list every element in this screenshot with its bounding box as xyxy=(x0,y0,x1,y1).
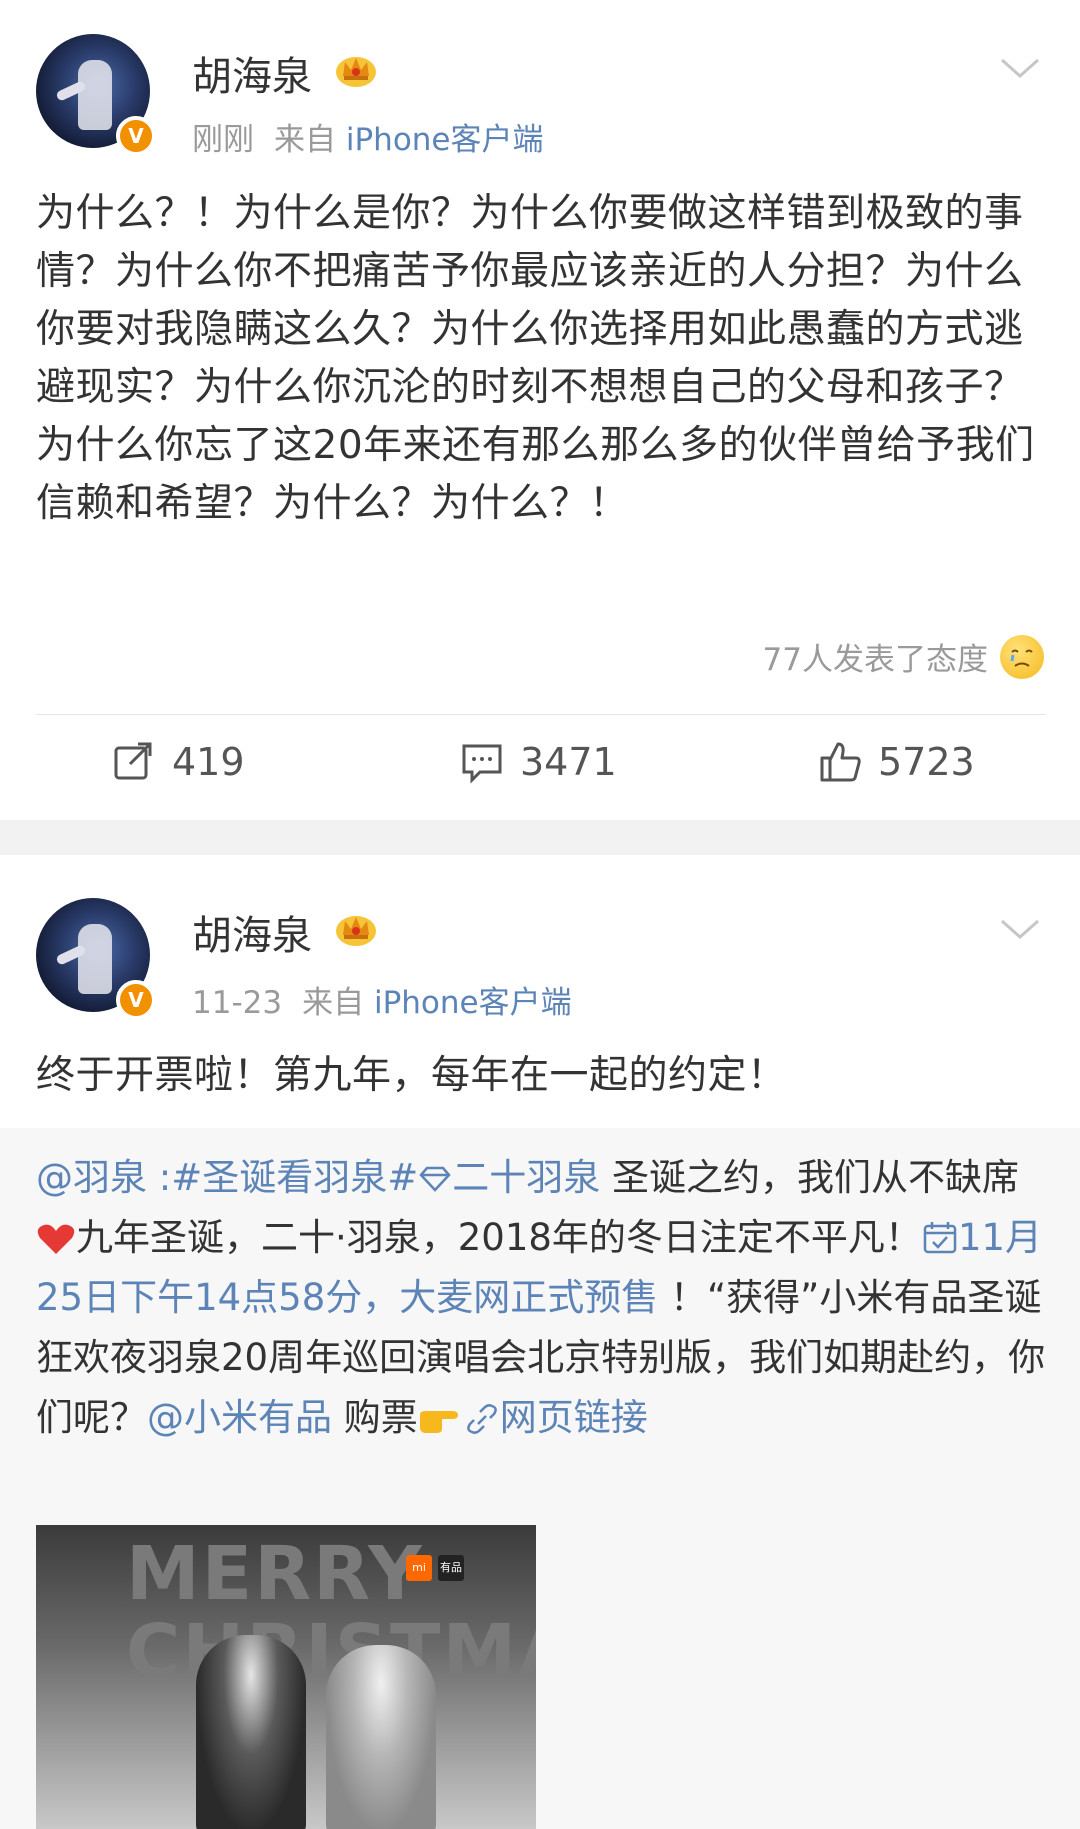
like-icon xyxy=(820,742,861,782)
divider xyxy=(36,714,1046,715)
avatar-figure xyxy=(78,60,112,130)
post-content: 终于开票啦！第九年，每年在一起的约定！ xyxy=(36,1053,787,1098)
retweet-card[interactable]: @羽泉 :#圣诞看羽泉# 二十羽泉 圣诞之约，我们从不缺席九年圣诞，二十·羽泉，2… xyxy=(0,1128,1080,1829)
from-label: 来自 xyxy=(274,122,336,158)
mi-logo: mi xyxy=(406,1555,432,1581)
image-logos: mi 有品 xyxy=(406,1555,464,1581)
pointing-hand-icon xyxy=(419,1411,458,1433)
youpin-logo: 有品 xyxy=(438,1555,464,1581)
calendar-icon xyxy=(923,1222,957,1254)
post-separator xyxy=(0,820,1080,855)
retweet-image[interactable]: MERRY CHRISTMAS mi 有品 xyxy=(36,1525,536,1829)
from-label: 来自 xyxy=(302,985,365,1021)
like-button[interactable]: 5723 xyxy=(818,740,975,784)
post-time: 刚刚 xyxy=(192,122,254,158)
image-banner-text: MERRY CHRISTMAS xyxy=(126,1531,536,1695)
mention-sep: : xyxy=(147,1156,172,1199)
web-link[interactable]: 网页链接 xyxy=(500,1396,648,1439)
mention-link[interactable]: @羽泉 xyxy=(36,1156,147,1199)
post-content: 为什么？！为什么是你？为什么你要做这样错到极致的事情？为什么你不把痛苦予你最应该… xyxy=(36,191,1035,526)
retweet-text1: 圣诞之约，我们从不缺席 xyxy=(600,1156,1020,1199)
topic2-link[interactable]: 二十羽泉 xyxy=(452,1156,600,1199)
crown-icon[interactable] xyxy=(335,48,377,88)
post-source[interactable]: iPhone客户端 xyxy=(374,985,572,1021)
comment-count: 3471 xyxy=(520,740,617,784)
weibo-post: V 胡海泉 刚刚 来自 iPhone客户端 为什么？！为什么是你？为什么你要做这样… xyxy=(0,0,1080,820)
repost-icon xyxy=(114,742,152,780)
comment-button[interactable]: 3471 xyxy=(460,740,617,784)
comment-icon xyxy=(462,744,502,784)
link-icon xyxy=(466,1404,497,1434)
post-meta: 刚刚 来自 iPhone客户端 xyxy=(192,114,544,159)
verified-badge: V xyxy=(116,116,156,156)
retweet-text4: 购票 xyxy=(332,1396,418,1439)
repost-count: 419 xyxy=(172,740,245,784)
heart-icon xyxy=(37,1224,75,1254)
mention2-link[interactable]: @小米有品 xyxy=(147,1396,332,1439)
retweet-text2: 九年圣诞，二十·羽泉，2018年的冬日注定不平凡！ xyxy=(76,1216,922,1259)
image-person-right xyxy=(326,1645,436,1829)
emoji-icon xyxy=(1000,634,1044,679)
verified-badge: V xyxy=(116,980,156,1020)
post-time: 11-23 xyxy=(192,985,283,1021)
post-source[interactable]: iPhone客户端 xyxy=(346,122,544,158)
chevron-down-icon[interactable] xyxy=(1000,917,1040,941)
username[interactable]: 胡海泉 xyxy=(192,44,312,102)
repost-button[interactable]: 419 xyxy=(112,740,245,784)
topic-link[interactable]: #圣诞看羽泉# xyxy=(171,1156,418,1199)
post-meta: 11-23 来自 iPhone客户端 xyxy=(192,977,572,1022)
reactions-summary[interactable]: 77人发表了态度 xyxy=(763,634,1044,679)
action-bar: 419 3471 5723 xyxy=(0,740,1080,800)
reactions-text: 77人发表了态度 xyxy=(762,642,988,678)
diamond-icon xyxy=(419,1166,451,1192)
crown-icon[interactable] xyxy=(335,907,377,947)
chevron-down-icon[interactable] xyxy=(1000,56,1040,80)
image-person-left xyxy=(196,1635,306,1829)
username[interactable]: 胡海泉 xyxy=(192,903,312,961)
like-count: 5723 xyxy=(878,740,975,784)
retweet-content: @羽泉 :#圣诞看羽泉# 二十羽泉 圣诞之约，我们从不缺席九年圣诞，二十·羽泉，2… xyxy=(36,1148,1046,1448)
avatar-figure xyxy=(78,924,112,994)
